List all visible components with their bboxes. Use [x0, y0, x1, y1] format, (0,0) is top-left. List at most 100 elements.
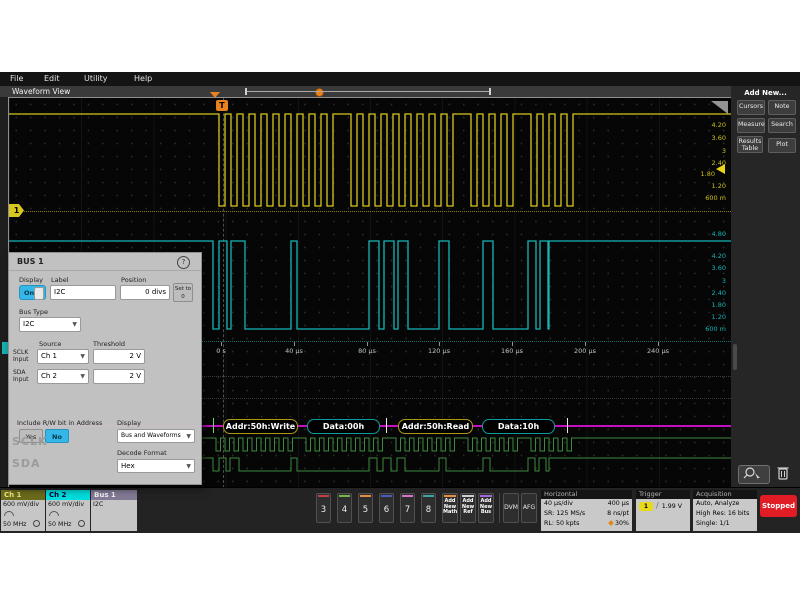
add-plot-button[interactable]: Plot [768, 138, 796, 153]
time-tick [512, 342, 513, 346]
screen: File Edit Utility Help Waveform View T 1… [0, 0, 800, 600]
ch2-axis-label: 2.40 [712, 289, 726, 297]
chevron-down-icon [186, 430, 191, 443]
delete-button[interactable] [775, 464, 791, 482]
horizontal-title: Horizontal [541, 490, 632, 499]
chevron-down-icon [80, 350, 85, 363]
bus-stop-tick [567, 418, 568, 433]
help-icon[interactable]: ? [177, 256, 190, 269]
bus-start-tick [213, 418, 214, 433]
horizontal-panel[interactable]: Horizontal 40 μs/div400 μs SR: 125 MS/s8… [541, 490, 632, 531]
bus-decode-address[interactable]: Addr:50h:Write [223, 419, 298, 434]
channel-3-button[interactable]: 3 [316, 493, 331, 523]
bus-decode-data[interactable]: Data:10h [482, 419, 555, 434]
label-input[interactable]: I2C [50, 285, 116, 300]
time-tick [367, 342, 368, 346]
acquisition-panel[interactable]: Acquisition Auto, Analyze High Res: 16 b… [693, 490, 757, 531]
ch1-axis-label: 1.80 [701, 170, 715, 178]
acq-resolution: High Res: 16 bits [696, 509, 749, 519]
ch2-axis-label: 4.80 [712, 230, 726, 238]
sclk-input-label: SCLK Input [13, 350, 35, 363]
dvm-button[interactable]: DVM [503, 493, 519, 523]
ch2-bandwidth: 50 MHz [48, 521, 72, 528]
corner-handle-icon[interactable] [711, 101, 728, 114]
bus1-type: I2C [91, 500, 137, 508]
sda-threshold-input[interactable]: 2 V [93, 369, 145, 384]
ch1-axis-label: 3.60 [712, 134, 726, 142]
label-label: Label [51, 276, 69, 284]
add-search-button[interactable]: Search [768, 118, 796, 133]
tab-strip: Waveform View [0, 86, 731, 97]
add-new-bus-button[interactable]: Add New Bus [478, 493, 494, 523]
ch2-axis-label: 1.80 [712, 301, 726, 309]
trigger-flag[interactable]: T [216, 100, 228, 111]
sample-interval: 8 ns/pt [607, 509, 629, 519]
time-axis-label: 240 μs [647, 347, 669, 355]
channel-6-button[interactable]: 6 [379, 493, 394, 523]
bus-restart-tick [386, 418, 387, 433]
time-axis-label: 200 μs [574, 347, 596, 355]
ch2-scale: 600 mV/div [46, 500, 90, 508]
record-length: RL: 50 kpts [544, 519, 579, 529]
panel-splitter-handle[interactable] [733, 344, 737, 370]
display-label: Display [19, 276, 43, 284]
ch7-color-stripe [402, 495, 413, 497]
acquisition-title: Acquisition [693, 490, 757, 499]
bus-type-select[interactable]: I2C [19, 317, 81, 332]
bandwidth-icon [4, 511, 14, 516]
ch2-badge[interactable]: Ch 2 600 mV/div 50 MHz [46, 490, 90, 531]
display-on-toggle[interactable]: On [19, 285, 46, 300]
bus1-badge-title: Bus 1 [91, 490, 137, 500]
menu-utility[interactable]: Utility [84, 74, 108, 83]
pan-handle-icon[interactable] [315, 88, 324, 97]
menu-bar: File Edit Utility Help [0, 72, 800, 87]
rw-bit-label: Include R/W bit in Address [17, 419, 102, 427]
status-bar: Ch 1 600 mV/div 50 MHz Ch 2 600 mV/div 5… [0, 487, 800, 533]
ch4-color-stripe [339, 495, 350, 497]
channel-7-button[interactable]: 7 [400, 493, 415, 523]
trigger-panel[interactable]: Trigger 1/1.99 V [636, 490, 690, 531]
bus-decode-data[interactable]: Data:00h [307, 419, 380, 434]
trigger-title: Trigger [636, 490, 690, 499]
add-measure-button[interactable]: Measure [737, 118, 765, 133]
set-to-zero-button[interactable]: Set to 0 [173, 283, 193, 302]
expansion-point-icon [608, 520, 614, 526]
add-new-math-button[interactable]: Add New Math [442, 493, 458, 523]
add-note-button[interactable]: Note [768, 100, 796, 115]
ch3-color-stripe [318, 495, 329, 497]
add-cursors-button[interactable]: Cursors [737, 100, 765, 115]
add-new-ref-button[interactable]: Add New Ref [460, 493, 476, 523]
decode-format-select[interactable]: Hex [117, 459, 195, 473]
sclk-source-select[interactable]: Ch 1 [37, 349, 89, 364]
time-axis-label: 40 μs [285, 347, 303, 355]
bus-decode-address[interactable]: Addr:50h:Read [398, 419, 473, 434]
position-input[interactable]: 0 divs [120, 285, 170, 300]
bus-sda-label: SDA [12, 457, 41, 470]
sda-source-select[interactable]: Ch 2 [37, 369, 89, 384]
display-mode-label: Display [117, 419, 141, 427]
rw-no-button[interactable]: No [45, 429, 69, 443]
bus-color-stripe [480, 495, 492, 497]
run-stop-button[interactable]: Stopped [760, 495, 797, 517]
ch2-axis-label: 3 [722, 277, 726, 285]
afg-button[interactable]: AFG [521, 493, 537, 523]
display-mode-select[interactable]: Bus and Waveforms [117, 429, 195, 443]
ref-color-stripe [462, 495, 474, 497]
zoom-tool-button[interactable] [738, 465, 770, 484]
menu-file[interactable]: File [10, 74, 23, 83]
channel-8-button[interactable]: 8 [421, 493, 436, 523]
menu-help[interactable]: Help [134, 74, 152, 83]
acq-mode: Auto, Analyze [696, 499, 739, 509]
channel-5-button[interactable]: 5 [358, 493, 373, 523]
menu-edit[interactable]: Edit [44, 74, 60, 83]
time-tick [439, 342, 440, 346]
sclk-threshold-input[interactable]: 2 V [93, 349, 145, 364]
add-new-title: Add New... [731, 89, 800, 97]
tab-waveform-view[interactable]: Waveform View [12, 87, 70, 96]
toggle-knob [34, 287, 44, 300]
bus1-badge[interactable]: Bus 1 I2C [91, 490, 137, 531]
zoom-pan-bracket[interactable] [245, 88, 491, 95]
add-results-table-button[interactable]: Results Table [737, 136, 763, 153]
channel-4-button[interactable]: 4 [337, 493, 352, 523]
ch1-badge[interactable]: Ch 1 600 mV/div 50 MHz [1, 490, 45, 531]
